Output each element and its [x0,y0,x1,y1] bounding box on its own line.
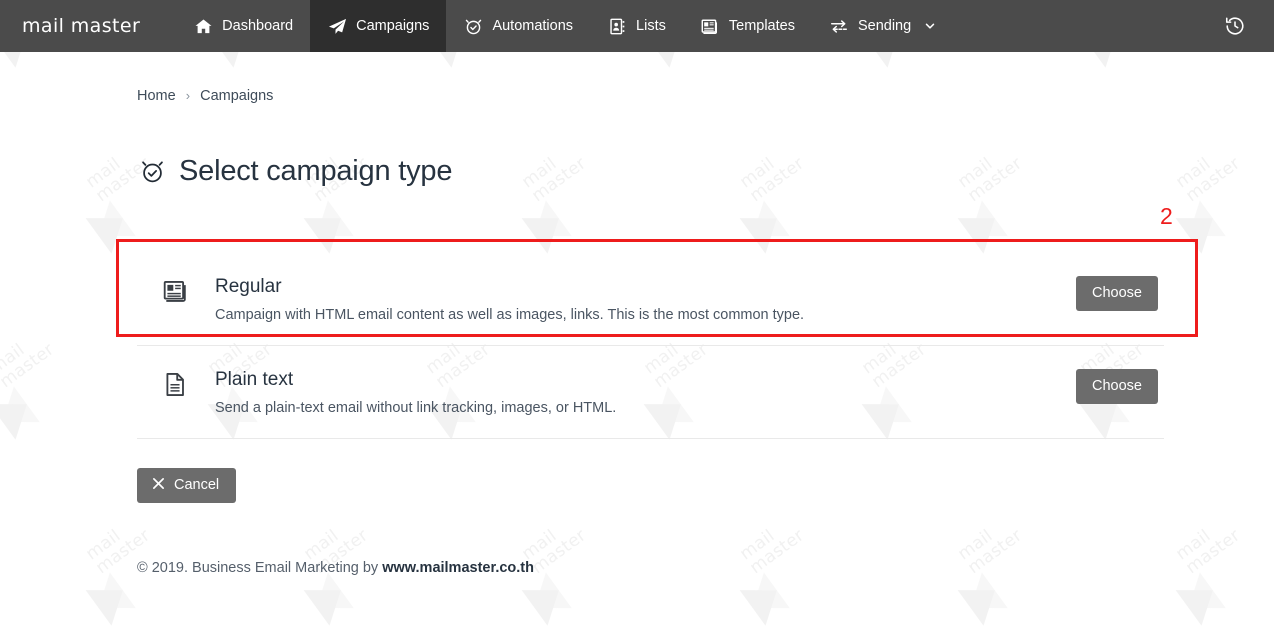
nav-item-label: Lists [636,18,666,34]
cancel-button[interactable]: Cancel [137,467,237,503]
nav-items: Dashboard Campaigns Automations Lists Te… [176,0,953,52]
alarm-clock-check-icon [463,16,483,36]
main-content: Home › Campaigns Select campaign type Re… [0,88,1274,576]
page-title-row: Select campaign type [137,136,1200,208]
nav-item-lists[interactable]: Lists [590,0,683,52]
brand-logo-text: mail master [22,15,141,37]
cancel-button-label: Cancel [174,476,220,493]
nav-item-dashboard[interactable]: Dashboard [176,0,310,52]
nav-item-templates[interactable]: Templates [683,0,812,52]
page-root: mail master mail master mail master mail master… [0,0,1274,626]
campaign-type-name: Plain text [215,368,294,390]
footer-copyright: © 2019. Business Email Marketing by [137,559,383,576]
footer: © 2019. Business Email Marketing by www.… [137,560,1200,576]
campaign-type-row-plain-text[interactable]: Plain text Send a plain-text email witho… [137,344,1164,438]
breadcrumb: Home › Campaigns [137,88,1200,104]
campaign-type-list: Regular Campaign with HTML email content… [137,253,1164,439]
newspaper-icon [700,16,720,36]
breadcrumb-home[interactable]: Home [137,88,176,104]
nav-item-label: Dashboard [222,18,294,34]
newspaper-icon [161,278,189,305]
home-icon [193,16,213,36]
campaign-type-row-regular[interactable]: Regular Campaign with HTML email content… [137,253,1164,345]
campaign-type-body: Regular Campaign with HTML email content… [215,274,1076,326]
nav-item-label: Templates [728,18,795,34]
campaign-type-name: Regular [215,275,282,297]
nav-item-automations[interactable]: Automations [446,0,590,52]
cancel-row: Cancel [137,467,1200,503]
alarm-clock-check-icon [137,157,167,187]
history-clock-icon[interactable] [1220,11,1250,41]
top-navbar: mail master Dashboard Campaigns Automati… [0,0,1274,52]
navbar-right [1220,0,1274,52]
document-lines-icon [161,371,189,398]
nav-item-campaigns[interactable]: Campaigns [310,0,447,52]
campaign-type-description: Campaign with HTML email content as well… [215,306,805,323]
page-title: Select campaign type [179,155,453,188]
campaign-type-body: Plain text Send a plain-text email witho… [215,367,1076,419]
close-x-icon [152,477,165,493]
brand-logo[interactable]: mail master [0,0,158,52]
nav-item-sending[interactable]: Sending [812,0,953,52]
choose-button-plain-text[interactable]: Choose [1076,368,1158,404]
chevron-down-icon [924,20,936,32]
nav-item-label: Automations [492,18,574,34]
nav-item-label: Sending [857,18,912,34]
annotation-step-number: 2 [1160,203,1173,229]
footer-site-link[interactable]: www.mailmaster.co.th [382,560,534,576]
nav-item-label: Campaigns [356,18,430,34]
exchange-arrows-icon [829,16,849,36]
paper-plane-icon [327,16,347,36]
campaign-type-description: Send a plain-text email without link tra… [215,399,617,416]
breadcrumb-separator: › [185,88,191,103]
address-book-icon [607,16,627,36]
choose-button-regular[interactable]: Choose [1076,275,1158,311]
breadcrumb-campaigns[interactable]: Campaigns [200,88,273,104]
